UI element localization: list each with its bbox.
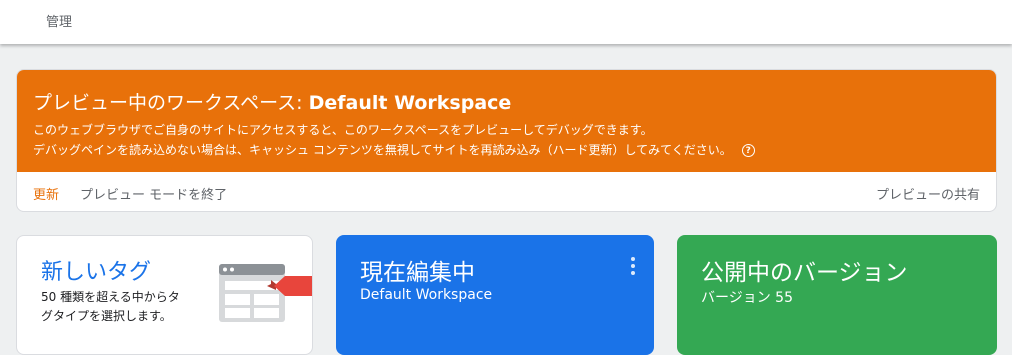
exit-preview-button[interactable]: プレビュー モードを終了 [80, 184, 227, 203]
tag-illustration-icon [219, 264, 312, 322]
share-preview-button[interactable]: プレビューの共有 [876, 184, 980, 203]
help-icon[interactable]: ? [741, 144, 755, 157]
more-vert-icon[interactable] [630, 257, 636, 275]
new-tag-description: 50 種類を超える中からタグタイプを選択します。 [41, 290, 180, 323]
admin-tab[interactable]: 管理 [46, 11, 72, 30]
current-workspace-title: 現在編集中 [360, 260, 475, 286]
preview-title-prefix: プレビュー中のワークスペース: [33, 92, 309, 114]
preview-workspace-name: Default Workspace [308, 92, 512, 114]
preview-mode-card: プレビュー中のワークスペース: Default Workspace このウェブブ… [16, 69, 997, 212]
current-workspace-name: Default Workspace [360, 287, 493, 303]
preview-description-line2: デバッグペインを読み込めない場合は、キャッシュ コンテンツを無視してサイトを再読… [33, 141, 755, 158]
new-tag-card[interactable]: 新しいタグ 50 種類を超える中からタグタイプを選択します。 [16, 235, 313, 355]
published-version-number: バージョン 55 [701, 290, 793, 306]
new-tag-title[interactable]: 新しいタグ [41, 254, 151, 286]
preview-banner: プレビュー中のワークスペース: Default Workspace このウェブブ… [17, 70, 996, 172]
published-version-card[interactable]: 公開中のバージョン バージョン 55 [677, 235, 997, 355]
preview-actions: 更新 プレビュー モードを終了 プレビューの共有 [17, 172, 996, 211]
preview-description-line1: このウェブブラウザでご自身のサイトにアクセスすると、このワークスペースをプレビュ… [33, 123, 653, 137]
current-workspace-card[interactable]: 現在編集中 Default Workspace [336, 235, 654, 355]
preview-description-text: デバッグペインを読み込めない場合は、キャッシュ コンテンツを無視してサイトを再読… [33, 143, 732, 157]
top-bar: 管理 [0, 0, 1012, 44]
refresh-button[interactable]: 更新 [33, 184, 59, 203]
preview-title: プレビュー中のワークスペース: Default Workspace [33, 88, 511, 115]
published-version-title: 公開中のバージョン [701, 260, 908, 286]
